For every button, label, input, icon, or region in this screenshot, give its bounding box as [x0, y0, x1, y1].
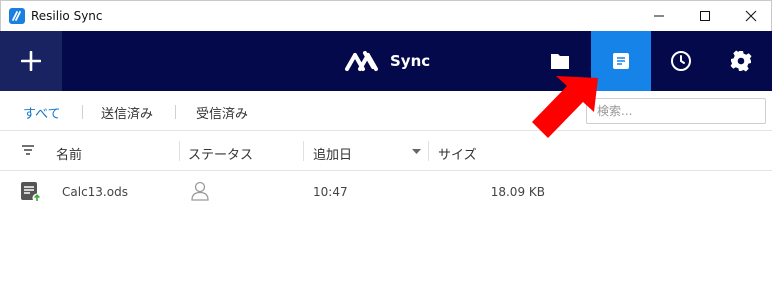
tab-sent[interactable]: 送信済み: [101, 103, 153, 122]
tab-divider: [175, 105, 176, 119]
history-icon: [671, 51, 691, 71]
column-name[interactable]: 名前: [56, 144, 82, 163]
tab-received[interactable]: 受信済み: [196, 103, 248, 122]
tab-all[interactable]: すべて: [23, 103, 61, 122]
search-input[interactable]: [586, 98, 766, 124]
file-added-time: 10:47: [313, 185, 348, 199]
add-icon: [21, 51, 41, 71]
column-size[interactable]: サイズ: [438, 144, 477, 163]
column-added[interactable]: 追加日: [313, 144, 352, 163]
column-divider: [179, 141, 180, 161]
minimize-icon: [654, 15, 664, 17]
add-button[interactable]: [0, 31, 62, 91]
filter-icon[interactable]: [21, 144, 35, 156]
filter-bar: すべて 送信済み 受信済み: [0, 91, 772, 131]
column-divider: [303, 141, 304, 161]
resilio-logo-icon: [345, 51, 378, 71]
history-button[interactable]: [651, 31, 711, 91]
tab-divider: [82, 105, 83, 119]
window-title: Resilio Sync: [31, 9, 103, 23]
app-header: Sync: [0, 31, 772, 91]
folder-icon: [551, 54, 569, 69]
column-divider: [428, 141, 429, 161]
transfers-icon: [613, 53, 629, 69]
window-titlebar: Resilio Sync: [0, 0, 772, 31]
gear-icon: [730, 50, 752, 72]
file-size: 18.09 KB: [490, 185, 545, 199]
red-arrow-annotation: [532, 76, 598, 138]
sync-logo: Sync: [344, 45, 430, 77]
close-button[interactable]: [728, 1, 772, 31]
sort-descending-icon: [412, 149, 421, 154]
column-status[interactable]: ステータス: [188, 144, 253, 163]
table-row[interactable]: Calc13.ods 10:47 18.09 KB: [0, 171, 772, 211]
minimize-button[interactable]: [636, 1, 682, 31]
logo-text: Sync: [390, 52, 431, 70]
file-name: Calc13.ods: [62, 185, 128, 199]
settings-button[interactable]: [711, 31, 771, 91]
maximize-icon: [700, 11, 710, 21]
table-header: 名前 ステータス 追加日 サイズ: [0, 132, 772, 171]
resilio-app-icon: [9, 8, 25, 24]
user-icon: [191, 181, 209, 201]
document-upload-icon: [21, 182, 42, 203]
close-icon: [745, 10, 757, 22]
maximize-button[interactable]: [682, 1, 728, 31]
